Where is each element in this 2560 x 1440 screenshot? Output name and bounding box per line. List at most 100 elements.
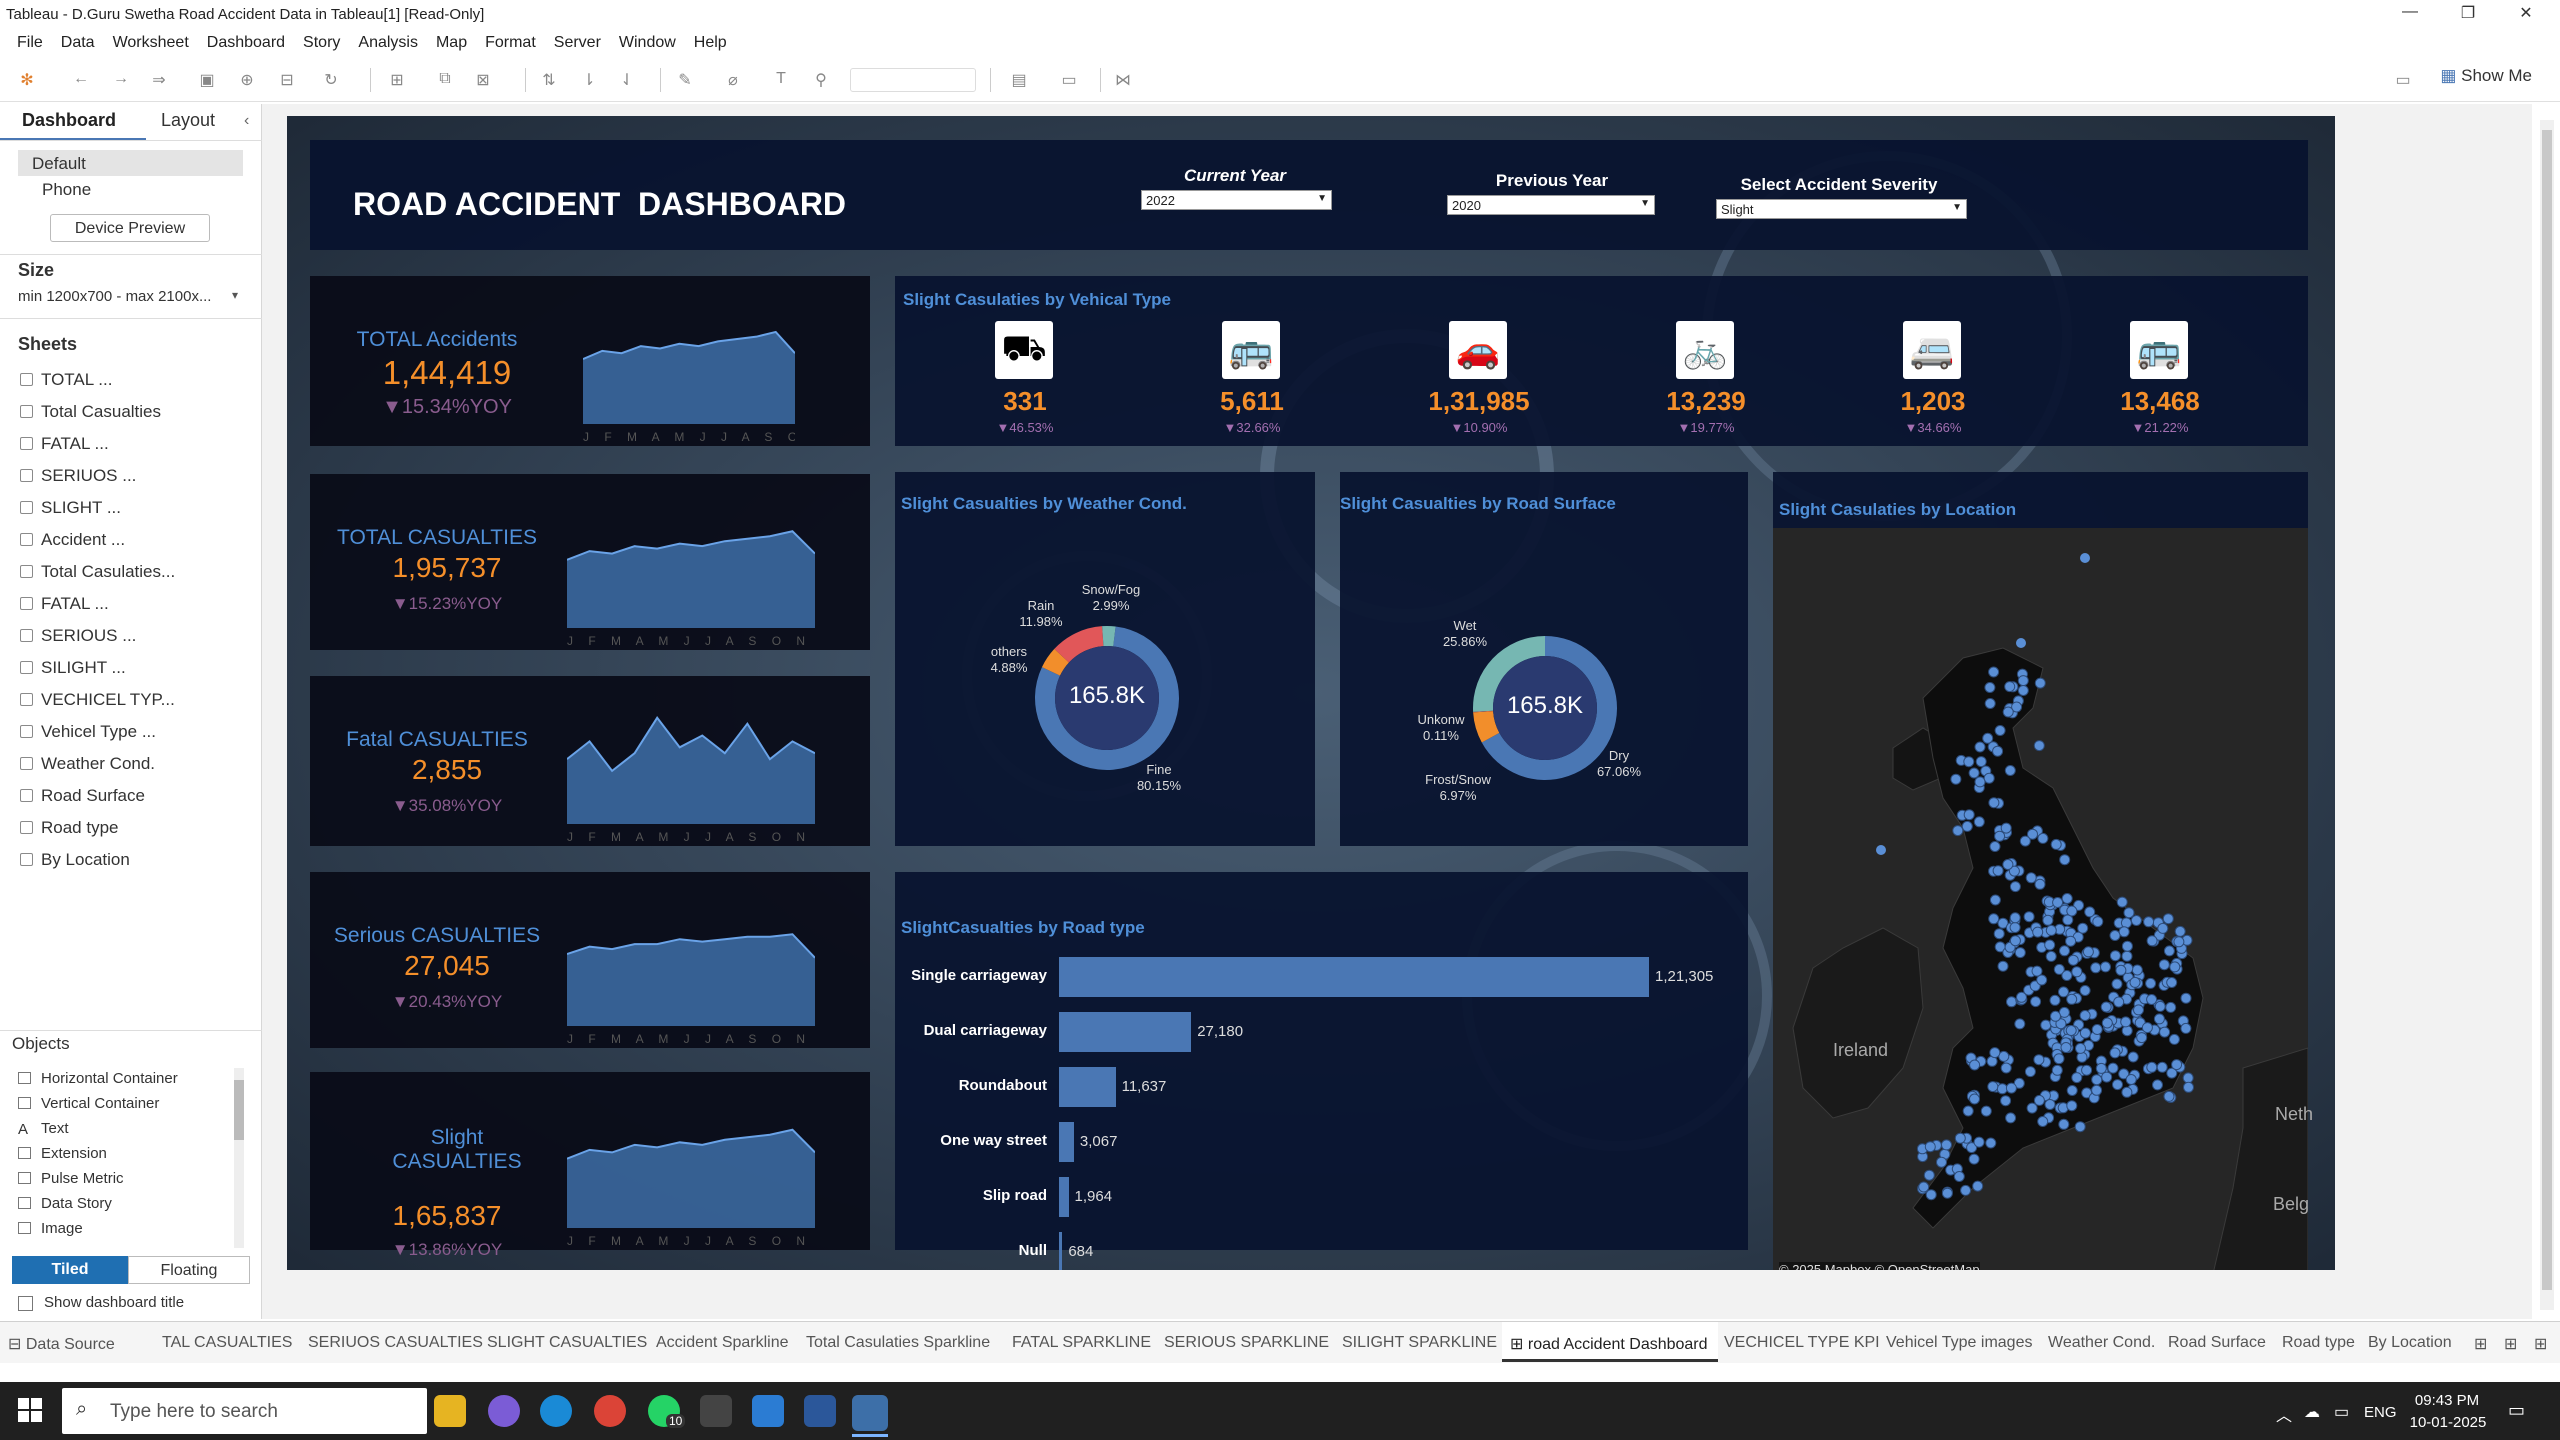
map-point[interactable]	[2109, 1047, 2121, 1059]
bar[interactable]	[1059, 1232, 1063, 1270]
clock-time[interactable]: 09:43 PM	[2410, 1392, 2484, 1409]
sheet-item[interactable]: SERIOUS ...	[20, 626, 136, 646]
map-point[interactable]	[2067, 954, 2079, 966]
kpi-sparkline[interactable]	[567, 1102, 815, 1228]
map-point[interactable]	[2060, 1042, 2072, 1053]
kpi-sparkline[interactable]	[567, 902, 815, 1026]
object-item[interactable]: Vertical Container	[18, 1095, 159, 1112]
new-dashboard-tab-icon[interactable]: ⊞	[2504, 1334, 2517, 1354]
kpi-sparkline[interactable]	[583, 306, 795, 424]
map-point[interactable]	[2017, 685, 2029, 696]
map-point[interactable]	[2075, 1042, 2086, 1054]
canvas-scrollbar[interactable]	[2540, 120, 2554, 1310]
map-point[interactable]	[1980, 1105, 1992, 1117]
tray-chevron-icon[interactable]: ︿	[2276, 1402, 2292, 1426]
refresh-icon[interactable]: ↻	[320, 70, 342, 90]
edge-icon[interactable]	[540, 1395, 572, 1427]
map-point[interactable]	[1994, 830, 2006, 842]
map-point[interactable]	[2030, 996, 2042, 1008]
objects-scrollbar[interactable]	[234, 1068, 244, 1248]
sheet-item[interactable]: Road Surface	[20, 786, 145, 806]
map-point[interactable]	[2033, 1094, 2045, 1106]
map-point[interactable]	[1960, 1184, 1972, 1196]
menu-server[interactable]: Server	[545, 28, 610, 56]
map-point[interactable]	[2000, 1095, 2012, 1107]
map-point[interactable]	[2042, 914, 2054, 926]
sheet-item[interactable]: Accident ...	[20, 530, 125, 550]
map-point[interactable]	[2024, 1066, 2036, 1078]
map-point[interactable]	[2118, 926, 2130, 938]
map-point[interactable]	[2121, 940, 2133, 952]
map-point[interactable]	[1950, 773, 1962, 785]
sheet-tab[interactable]: Weather Cond.	[2048, 1334, 2155, 1352]
map-point[interactable]	[1973, 816, 1985, 828]
new-sheet-tab-icon[interactable]: ⊞	[2474, 1334, 2487, 1354]
map-point[interactable]	[1923, 1169, 1935, 1181]
map-point[interactable]	[1989, 894, 2001, 906]
maximize-button[interactable]: ❐	[2448, 3, 2488, 25]
menu-window[interactable]: Window	[610, 28, 685, 56]
map-point[interactable]	[2109, 950, 2121, 962]
map-point[interactable]	[2116, 896, 2128, 908]
map-point[interactable]	[2017, 675, 2029, 687]
map-point[interactable]	[2037, 1116, 2049, 1127]
map-point[interactable]	[2005, 1082, 2017, 1094]
map-point[interactable]	[2156, 1061, 2168, 1073]
sheet-item[interactable]: Road type	[20, 818, 119, 838]
map-point[interactable]	[2051, 1064, 2063, 1076]
map-point[interactable]	[2005, 1112, 2017, 1124]
current-year-select[interactable]: 2022 ▼	[1141, 190, 1332, 210]
map-point[interactable]	[2019, 835, 2031, 847]
map-point[interactable]	[2082, 946, 2094, 958]
sheet-item[interactable]: Weather Cond.	[20, 754, 155, 774]
menu-help[interactable]: Help	[685, 28, 736, 56]
map-point[interactable]	[2163, 1090, 2175, 1102]
map-point[interactable]	[2092, 916, 2104, 928]
sheet-tab[interactable]: FATAL SPARKLINE	[1012, 1334, 1151, 1352]
map-point[interactable]	[1988, 913, 2000, 925]
map-point[interactable]	[2153, 1013, 2165, 1025]
sheet-tab[interactable]: VECHICEL TYPE KPI	[1724, 1334, 1880, 1352]
map-point[interactable]	[2071, 1072, 2083, 1084]
map-point[interactable]	[2032, 926, 2044, 938]
map-point[interactable]	[1941, 1187, 1953, 1199]
group-icon[interactable]: ⌀	[722, 70, 744, 90]
map-point[interactable]	[2026, 1102, 2038, 1114]
menu-worksheet[interactable]: Worksheet	[104, 28, 198, 56]
map-point[interactable]	[2066, 1100, 2078, 1112]
map-point[interactable]	[2000, 1062, 2012, 1074]
map-point[interactable]	[2166, 977, 2178, 988]
map-point[interactable]	[2180, 1022, 2192, 1034]
location-map[interactable]	[1773, 528, 2308, 1270]
sheet-tab[interactable]: Accident Sparkline	[656, 1334, 789, 1352]
map-point[interactable]	[2058, 986, 2069, 998]
sheet-item[interactable]: FATAL ...	[20, 434, 109, 454]
map-point[interactable]	[2050, 1010, 2061, 1022]
sheet-tab[interactable]: Road type	[2282, 1334, 2355, 1352]
map-point[interactable]	[2061, 970, 2073, 981]
map-point[interactable]	[1997, 960, 2009, 972]
map-point[interactable]	[2002, 859, 2014, 870]
map-point[interactable]	[2000, 822, 2012, 834]
map-point[interactable]	[2095, 1062, 2107, 1074]
map-point[interactable]	[2127, 1051, 2139, 1063]
map-point[interactable]	[1961, 820, 1973, 832]
replay-icon[interactable]: ⇒	[148, 70, 170, 90]
map-point[interactable]	[2121, 950, 2133, 962]
map-point[interactable]	[1984, 682, 1996, 693]
sheet-tab[interactable]: SILIGHT SPARKLINE	[1342, 1334, 1497, 1352]
kpi-sparkline[interactable]	[567, 504, 815, 628]
map-point[interactable]	[2168, 1033, 2180, 1045]
map-point[interactable]	[2016, 638, 2026, 648]
show-me-button[interactable]: ▦ Show Me	[2440, 66, 2532, 86]
map-point[interactable]	[2053, 1053, 2065, 1065]
map-point[interactable]	[2081, 1064, 2093, 1076]
map-point[interactable]	[2009, 922, 2021, 933]
device-phone[interactable]: Phone	[42, 180, 91, 200]
sheet-item[interactable]: TOTAL ...	[20, 370, 112, 390]
map-point[interactable]	[2146, 994, 2158, 1005]
map-point[interactable]	[2079, 1027, 2091, 1039]
map-point[interactable]	[2044, 1099, 2056, 1110]
chrome-icon[interactable]	[594, 1395, 626, 1427]
map-point[interactable]	[2066, 993, 2078, 1005]
